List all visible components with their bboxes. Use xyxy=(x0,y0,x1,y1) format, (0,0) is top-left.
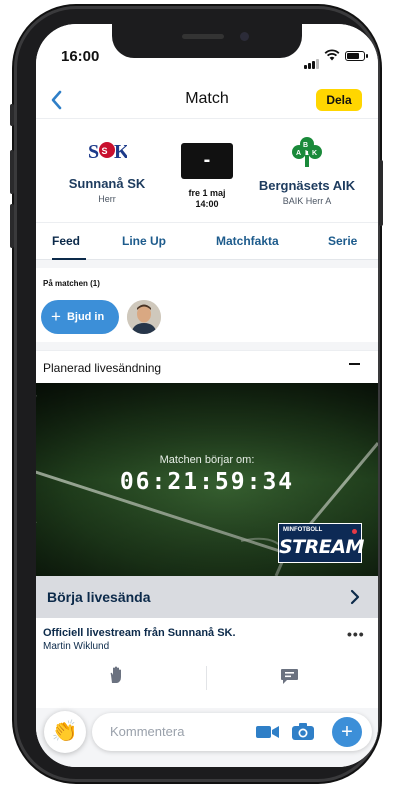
home-team[interactable]: S S K Sunnanå SK Herr xyxy=(47,135,167,204)
svg-text:A: A xyxy=(296,150,301,157)
plus-icon: + xyxy=(51,307,61,327)
person-avatar-icon xyxy=(127,300,161,334)
tab-line-up[interactable]: Line Up xyxy=(122,234,166,248)
share-button[interactable]: Dela xyxy=(316,89,362,111)
svg-text:S: S xyxy=(102,146,108,156)
more-options-icon[interactable]: ••• xyxy=(347,626,365,642)
post-actions-divider xyxy=(206,666,207,690)
attendees-label: På matchen (1) xyxy=(43,279,100,288)
away-team-sub: BAIK Herr A xyxy=(282,196,332,206)
countdown-timer: 06:21:59:34 xyxy=(119,469,295,495)
go-live-button[interactable]: Börja livesända xyxy=(36,576,378,618)
raised-hand-icon[interactable] xyxy=(106,665,126,690)
invite-label: Bjud in xyxy=(66,311,105,323)
mute-switch xyxy=(10,104,14,126)
match-date: fre 1 maj xyxy=(188,188,226,198)
photo-camera-icon[interactable] xyxy=(292,722,314,741)
collapse-icon[interactable] xyxy=(349,363,360,365)
nav-bar: Match Dela xyxy=(36,82,378,118)
stream-preview[interactable]: Matchen börjar om: 06:21:59:34 MINFOTBOL… xyxy=(36,383,378,576)
match-date-time: fre 1 maj 14:00 xyxy=(166,188,248,210)
power-button xyxy=(379,160,383,226)
home-team-name: Sunnanå SK xyxy=(68,176,146,191)
front-camera xyxy=(240,32,249,41)
attendees-section: På matchen (1) + Bjud in xyxy=(36,268,378,342)
logo-top-text: MINFOTBOLL xyxy=(283,527,323,533)
signal-icon xyxy=(304,51,320,69)
home-team-sub: Herr xyxy=(98,194,116,204)
status-time: 16:00 xyxy=(61,48,100,65)
away-team-name: Bergnäsets AIK xyxy=(258,178,356,193)
match-header: S S K Sunnanå SK Herr - fre 1 maj 14:00 … xyxy=(36,118,378,222)
away-team[interactable]: B A I K Bergnäsets AIK BAIK Herr A xyxy=(247,135,367,206)
countdown-label: Matchen börjar om: xyxy=(159,454,255,466)
feed-post: Officiell livestream från Sunnanå SK. Ma… xyxy=(36,618,378,708)
chevron-right-icon xyxy=(350,589,360,605)
svg-text:S: S xyxy=(88,141,99,163)
notch xyxy=(112,24,302,58)
volume-down-button xyxy=(10,204,14,248)
post-author[interactable]: Martin Wiklund xyxy=(43,641,109,652)
avatar[interactable] xyxy=(127,300,161,334)
screen: 16:00 Match Dela S S K Sunnanå SK Herr -… xyxy=(36,24,378,767)
comment-input[interactable]: Kommentera + xyxy=(92,713,372,751)
plus-icon[interactable]: + xyxy=(332,717,362,747)
score-box: - xyxy=(181,143,233,179)
minfotboll-stream-logo: MINFOTBOLL STREAM xyxy=(278,523,364,563)
svg-text:I: I xyxy=(305,150,307,157)
invite-button[interactable]: + Bjud in xyxy=(41,300,119,334)
wifi-icon xyxy=(324,49,340,61)
home-team-logo: S S K xyxy=(88,141,130,163)
speaker xyxy=(182,34,224,39)
volume-up-button xyxy=(10,150,14,194)
match-time: 14:00 xyxy=(195,199,219,209)
svg-text:B: B xyxy=(303,142,308,149)
planned-stream-title: Planerad livesändning xyxy=(43,361,162,375)
tab-serie[interactable]: Serie xyxy=(328,234,357,248)
logo-main-text: STREAM xyxy=(279,536,364,558)
svg-text:K: K xyxy=(114,141,127,163)
comment-icon[interactable] xyxy=(280,668,299,685)
post-title: Officiell livestream från Sunnanå SK. xyxy=(43,627,236,639)
clapping-hands-icon[interactable]: 👏 xyxy=(44,711,86,753)
planned-stream-header[interactable]: Planerad livesändning xyxy=(36,350,378,383)
battery-icon xyxy=(345,51,368,61)
comment-placeholder: Kommentera xyxy=(110,724,185,739)
tab-bar: Feed Line Up Matchfakta Serie xyxy=(36,222,378,260)
away-team-logo: B A I K xyxy=(292,137,322,167)
tab-feed[interactable]: Feed xyxy=(52,234,80,248)
go-live-label: Börja livesända xyxy=(47,589,151,605)
tab-matchfakta[interactable]: Matchfakta xyxy=(216,234,279,248)
active-tab-indicator xyxy=(52,258,86,260)
logo-dot xyxy=(352,529,357,534)
svg-text:K: K xyxy=(312,150,317,157)
video-camera-icon[interactable] xyxy=(256,724,280,740)
